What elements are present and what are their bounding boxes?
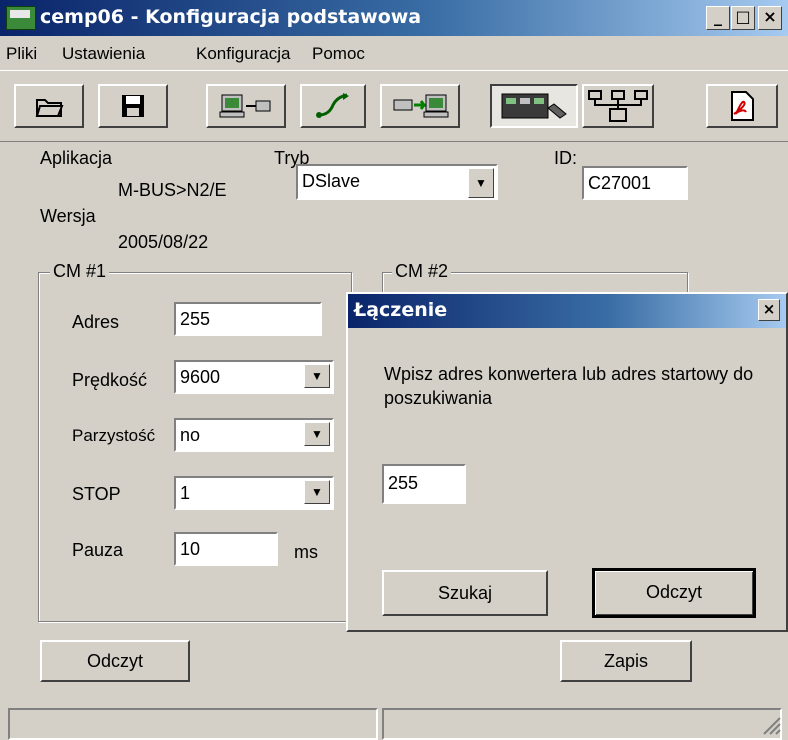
- save-button[interactable]: [98, 84, 168, 128]
- tryb-select-value: DSlave: [302, 171, 361, 191]
- aplikacja-label: Aplikacja: [40, 148, 113, 168]
- wersja-label: Wersja: [40, 206, 96, 226]
- aplikacja-value: M-BUS>N2/E: [118, 180, 227, 200]
- id-field[interactable]: C27001: [582, 166, 688, 200]
- pdf-document-icon: [731, 91, 754, 121]
- predkosc-label: Prędkość: [72, 370, 148, 390]
- parzystosc-select-value: no: [180, 425, 201, 445]
- tryb-select[interactable]: DSlave ▼: [296, 164, 498, 200]
- stop-select-value: 1: [180, 483, 191, 503]
- chevron-down-icon[interactable]: ▼: [304, 364, 330, 388]
- parzystosc-label: Parzystość: [72, 426, 156, 445]
- transfer-to-computer-icon: [393, 94, 449, 118]
- menu-ustawienia[interactable]: Ustawienia: [62, 44, 145, 64]
- adres-input[interactable]: 255: [174, 302, 322, 336]
- save-disk-icon: [122, 95, 144, 117]
- adres-label: Adres: [72, 312, 120, 332]
- status-cell-right: [382, 708, 782, 740]
- dialog-title: Łączenie: [354, 299, 448, 321]
- dialog-odczyt-button[interactable]: Odczyt: [592, 568, 756, 618]
- pauza-label: Pauza: [72, 540, 124, 560]
- menu-konfiguracja[interactable]: Konfiguracja: [196, 44, 291, 64]
- connect-button[interactable]: [206, 84, 286, 128]
- chevron-down-icon[interactable]: ▼: [304, 480, 330, 504]
- open-folder-icon: [35, 99, 64, 117]
- reconnect-button[interactable]: [300, 84, 366, 128]
- id-label: ID:: [554, 148, 578, 168]
- device-config-icon: [501, 93, 567, 119]
- resize-grip-icon[interactable]: [760, 714, 782, 736]
- status-cell-left: [8, 708, 378, 740]
- window-title: cemp06 - Konfiguracja podstawowa: [40, 6, 422, 28]
- device-config-button[interactable]: [490, 84, 578, 128]
- chevron-down-icon[interactable]: ▼: [468, 168, 494, 198]
- app-icon[interactable]: [6, 6, 36, 30]
- dialog-message: Wpisz adres konwertera lub adres startow…: [384, 364, 754, 408]
- dialog-close-button[interactable]: ×: [758, 299, 780, 321]
- menu-pomoc[interactable]: Pomoc: [312, 44, 365, 64]
- odczyt-button[interactable]: Odczyt: [40, 640, 190, 682]
- computer-connect-icon: [219, 94, 271, 118]
- zapis-button[interactable]: Zapis: [560, 640, 692, 682]
- transfer-button[interactable]: [380, 84, 460, 128]
- open-button[interactable]: [14, 84, 84, 128]
- predkosc-select[interactable]: 9600 ▼: [174, 360, 334, 394]
- predkosc-select-value: 9600: [180, 367, 221, 387]
- pdf-button[interactable]: [706, 84, 778, 128]
- network-topology-icon: [588, 90, 648, 122]
- pauza-unit: ms: [294, 542, 318, 562]
- minimize-button[interactable]: _: [706, 6, 730, 30]
- dialog-address-input[interactable]: 255: [382, 464, 466, 504]
- stop-label: STOP: [72, 484, 121, 504]
- network-button[interactable]: [582, 84, 654, 128]
- close-button[interactable]: ×: [758, 6, 782, 30]
- cm1-title: CM #1: [50, 261, 110, 282]
- pauza-input[interactable]: 10: [174, 532, 278, 566]
- menu-pliki[interactable]: Pliki: [6, 44, 37, 64]
- stop-select[interactable]: 1 ▼: [174, 476, 334, 510]
- wersja-value: 2005/08/22: [118, 232, 209, 252]
- chevron-down-icon[interactable]: ▼: [304, 422, 330, 446]
- szukaj-button[interactable]: Szukaj: [382, 570, 548, 616]
- maximize-button[interactable]: □: [731, 6, 755, 30]
- parzystosc-select[interactable]: no ▼: [174, 418, 334, 452]
- arrow-connect-icon: [316, 93, 349, 118]
- cm2-title: CM #2: [392, 261, 452, 282]
